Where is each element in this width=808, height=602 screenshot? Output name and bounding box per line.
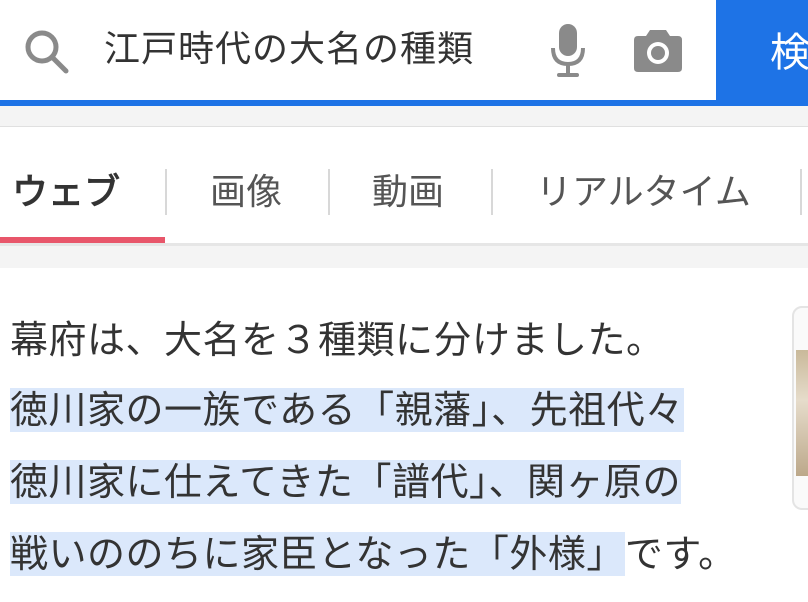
search-icon (25, 30, 69, 74)
search-button[interactable]: 検索 (716, 0, 808, 106)
answer-snippet: 幕府は、大名を３種類に分けました。 徳川家の一族である「親藩」、先祖代々 徳川家… (0, 268, 808, 602)
search-query[interactable]: 江戸時代の大名の種類 (104, 22, 474, 78)
search-bar: 江戸時代の大名の種類 検索 (0, 0, 808, 106)
tab-divider (491, 169, 493, 215)
search-tabs: ウェブ 画像 動画 リアルタイム (0, 126, 808, 246)
highlighted-text: 徳川家に仕えてきた「譜代」、関ヶ原の (10, 460, 681, 504)
answer-text: です。 (624, 532, 737, 576)
tab-divider (800, 169, 802, 215)
highlighted-text: 戦いののちに家臣となった「外様」 (10, 532, 625, 576)
answer-line-4: 戦いののちに家臣となった「外様」です。 (10, 526, 737, 582)
result-thumbnail[interactable] (792, 306, 808, 510)
separator (0, 246, 808, 268)
tab-realtime[interactable]: リアルタイム (536, 163, 751, 223)
answer-text: 幕府は、大名を３種類に分けました。 (10, 318, 665, 362)
tab-divider (165, 169, 167, 215)
tab-videos[interactable]: 動画 (372, 163, 444, 223)
search-input[interactable]: 江戸時代の大名の種類 (0, 0, 716, 106)
answer-line-3: 徳川家に仕えてきた「譜代」、関ヶ原の (10, 454, 681, 510)
tab-images[interactable]: 画像 (210, 163, 282, 223)
answer-line-1: 幕府は、大名を３種類に分けました。 (10, 312, 665, 368)
thumbnail-image (796, 350, 808, 476)
answer-line-2: 徳川家の一族である「親藩」、先祖代々 (10, 382, 684, 438)
tab-web[interactable]: ウェブ (12, 163, 120, 223)
camera-icon[interactable] (630, 28, 686, 74)
tab-divider (328, 169, 330, 215)
mic-icon[interactable] (548, 22, 588, 78)
highlighted-text: 徳川家の一族である「親藩」、先祖代々 (10, 388, 684, 432)
active-tab-indicator (0, 237, 165, 243)
separator (0, 106, 808, 126)
